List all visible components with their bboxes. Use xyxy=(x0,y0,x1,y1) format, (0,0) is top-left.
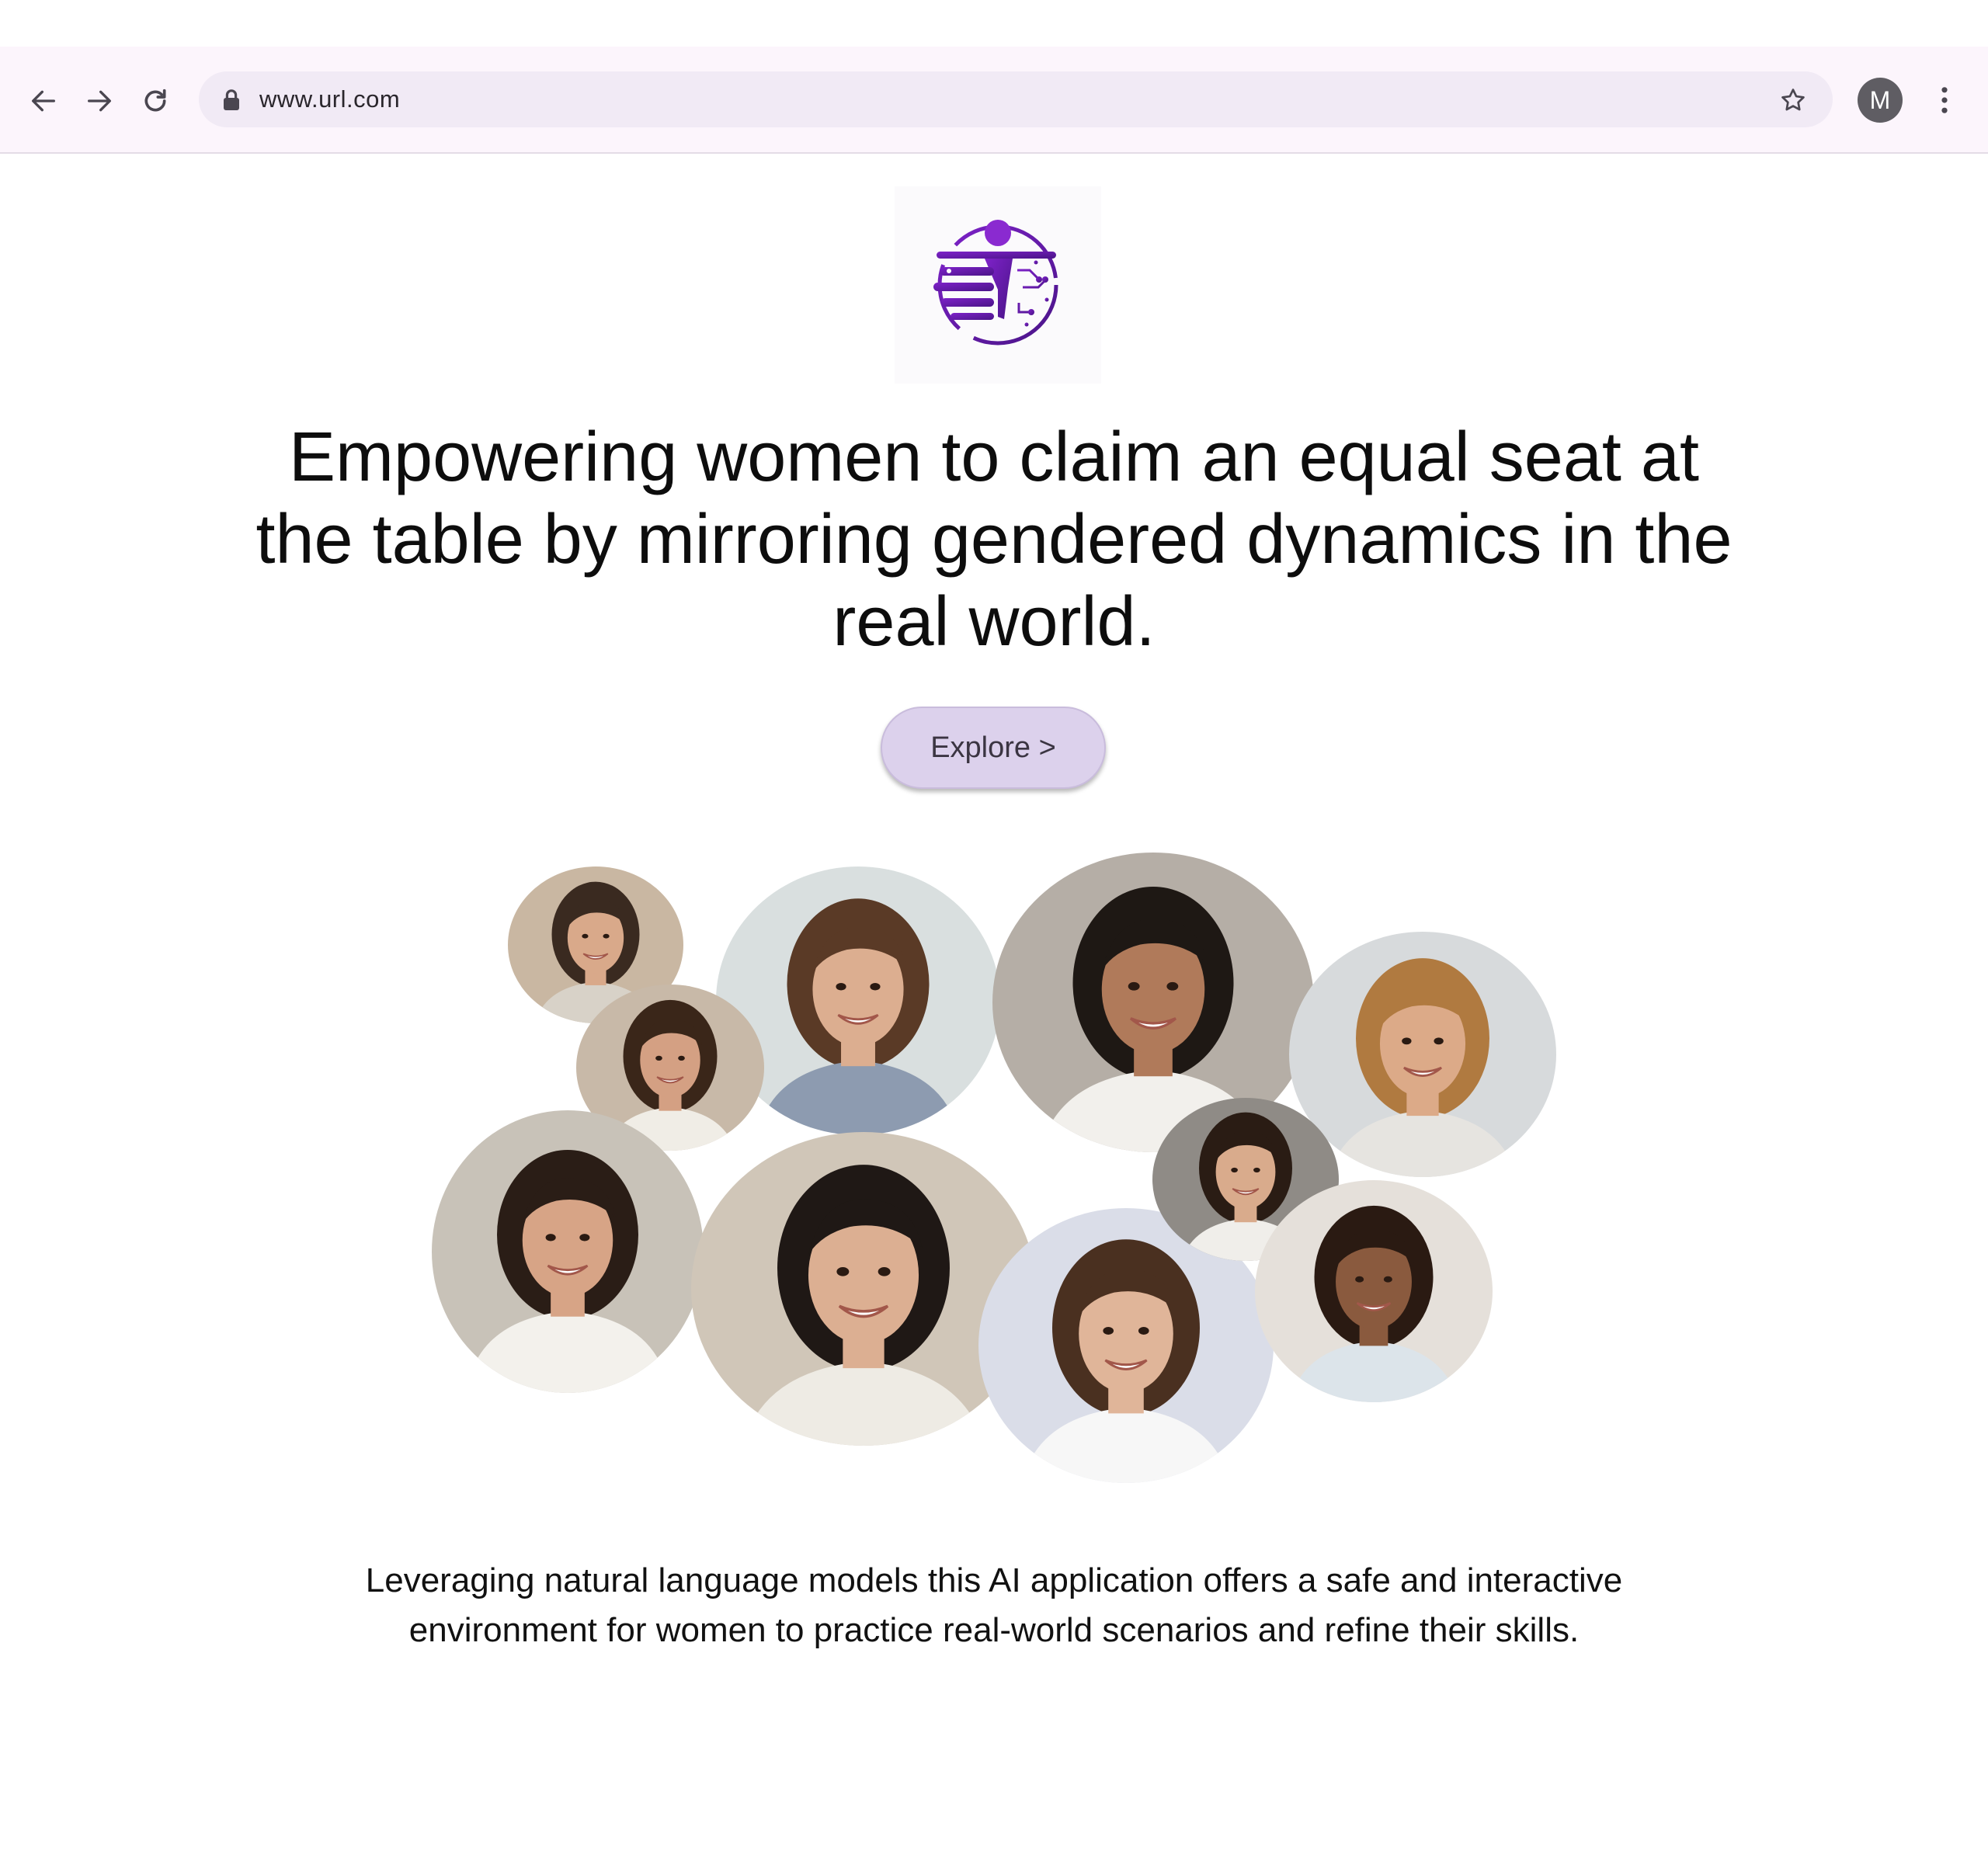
portrait-10 xyxy=(1255,1180,1493,1402)
forward-button[interactable] xyxy=(76,78,123,124)
arrow-left-icon xyxy=(32,90,56,112)
lock-icon xyxy=(224,89,239,110)
kebab-menu-icon xyxy=(1941,87,1948,113)
browser-menu-button[interactable] xyxy=(1927,81,1962,120)
reload-button[interactable] xyxy=(132,78,179,124)
logo-icon xyxy=(933,220,1058,346)
arrow-right-icon xyxy=(88,90,111,112)
portrait-6 xyxy=(432,1110,704,1393)
profile-avatar[interactable]: M xyxy=(1858,78,1903,123)
reload-icon xyxy=(144,89,166,112)
browser-toolbar: www.url.com M xyxy=(0,47,1988,154)
portrait-4-image xyxy=(1289,932,1556,1177)
address-bar[interactable]: www.url.com xyxy=(199,71,1833,127)
app-description: Leveraging natural language models this … xyxy=(365,1561,1623,1649)
hero-headline: Empowering women to claim an equal seat … xyxy=(255,418,1733,661)
portrait-7 xyxy=(691,1132,1036,1446)
top-margin xyxy=(0,0,1988,47)
portrait-4 xyxy=(1289,932,1556,1177)
back-button[interactable] xyxy=(20,78,67,124)
portrait-7-image xyxy=(691,1132,1036,1446)
explore-button[interactable]: Explore > xyxy=(881,707,1106,789)
url-text[interactable]: www.url.com xyxy=(259,71,400,127)
app-logo xyxy=(895,186,1101,384)
portrait-10-image xyxy=(1255,1180,1493,1402)
portrait-6-image xyxy=(432,1110,704,1393)
star-icon[interactable] xyxy=(1778,85,1808,115)
